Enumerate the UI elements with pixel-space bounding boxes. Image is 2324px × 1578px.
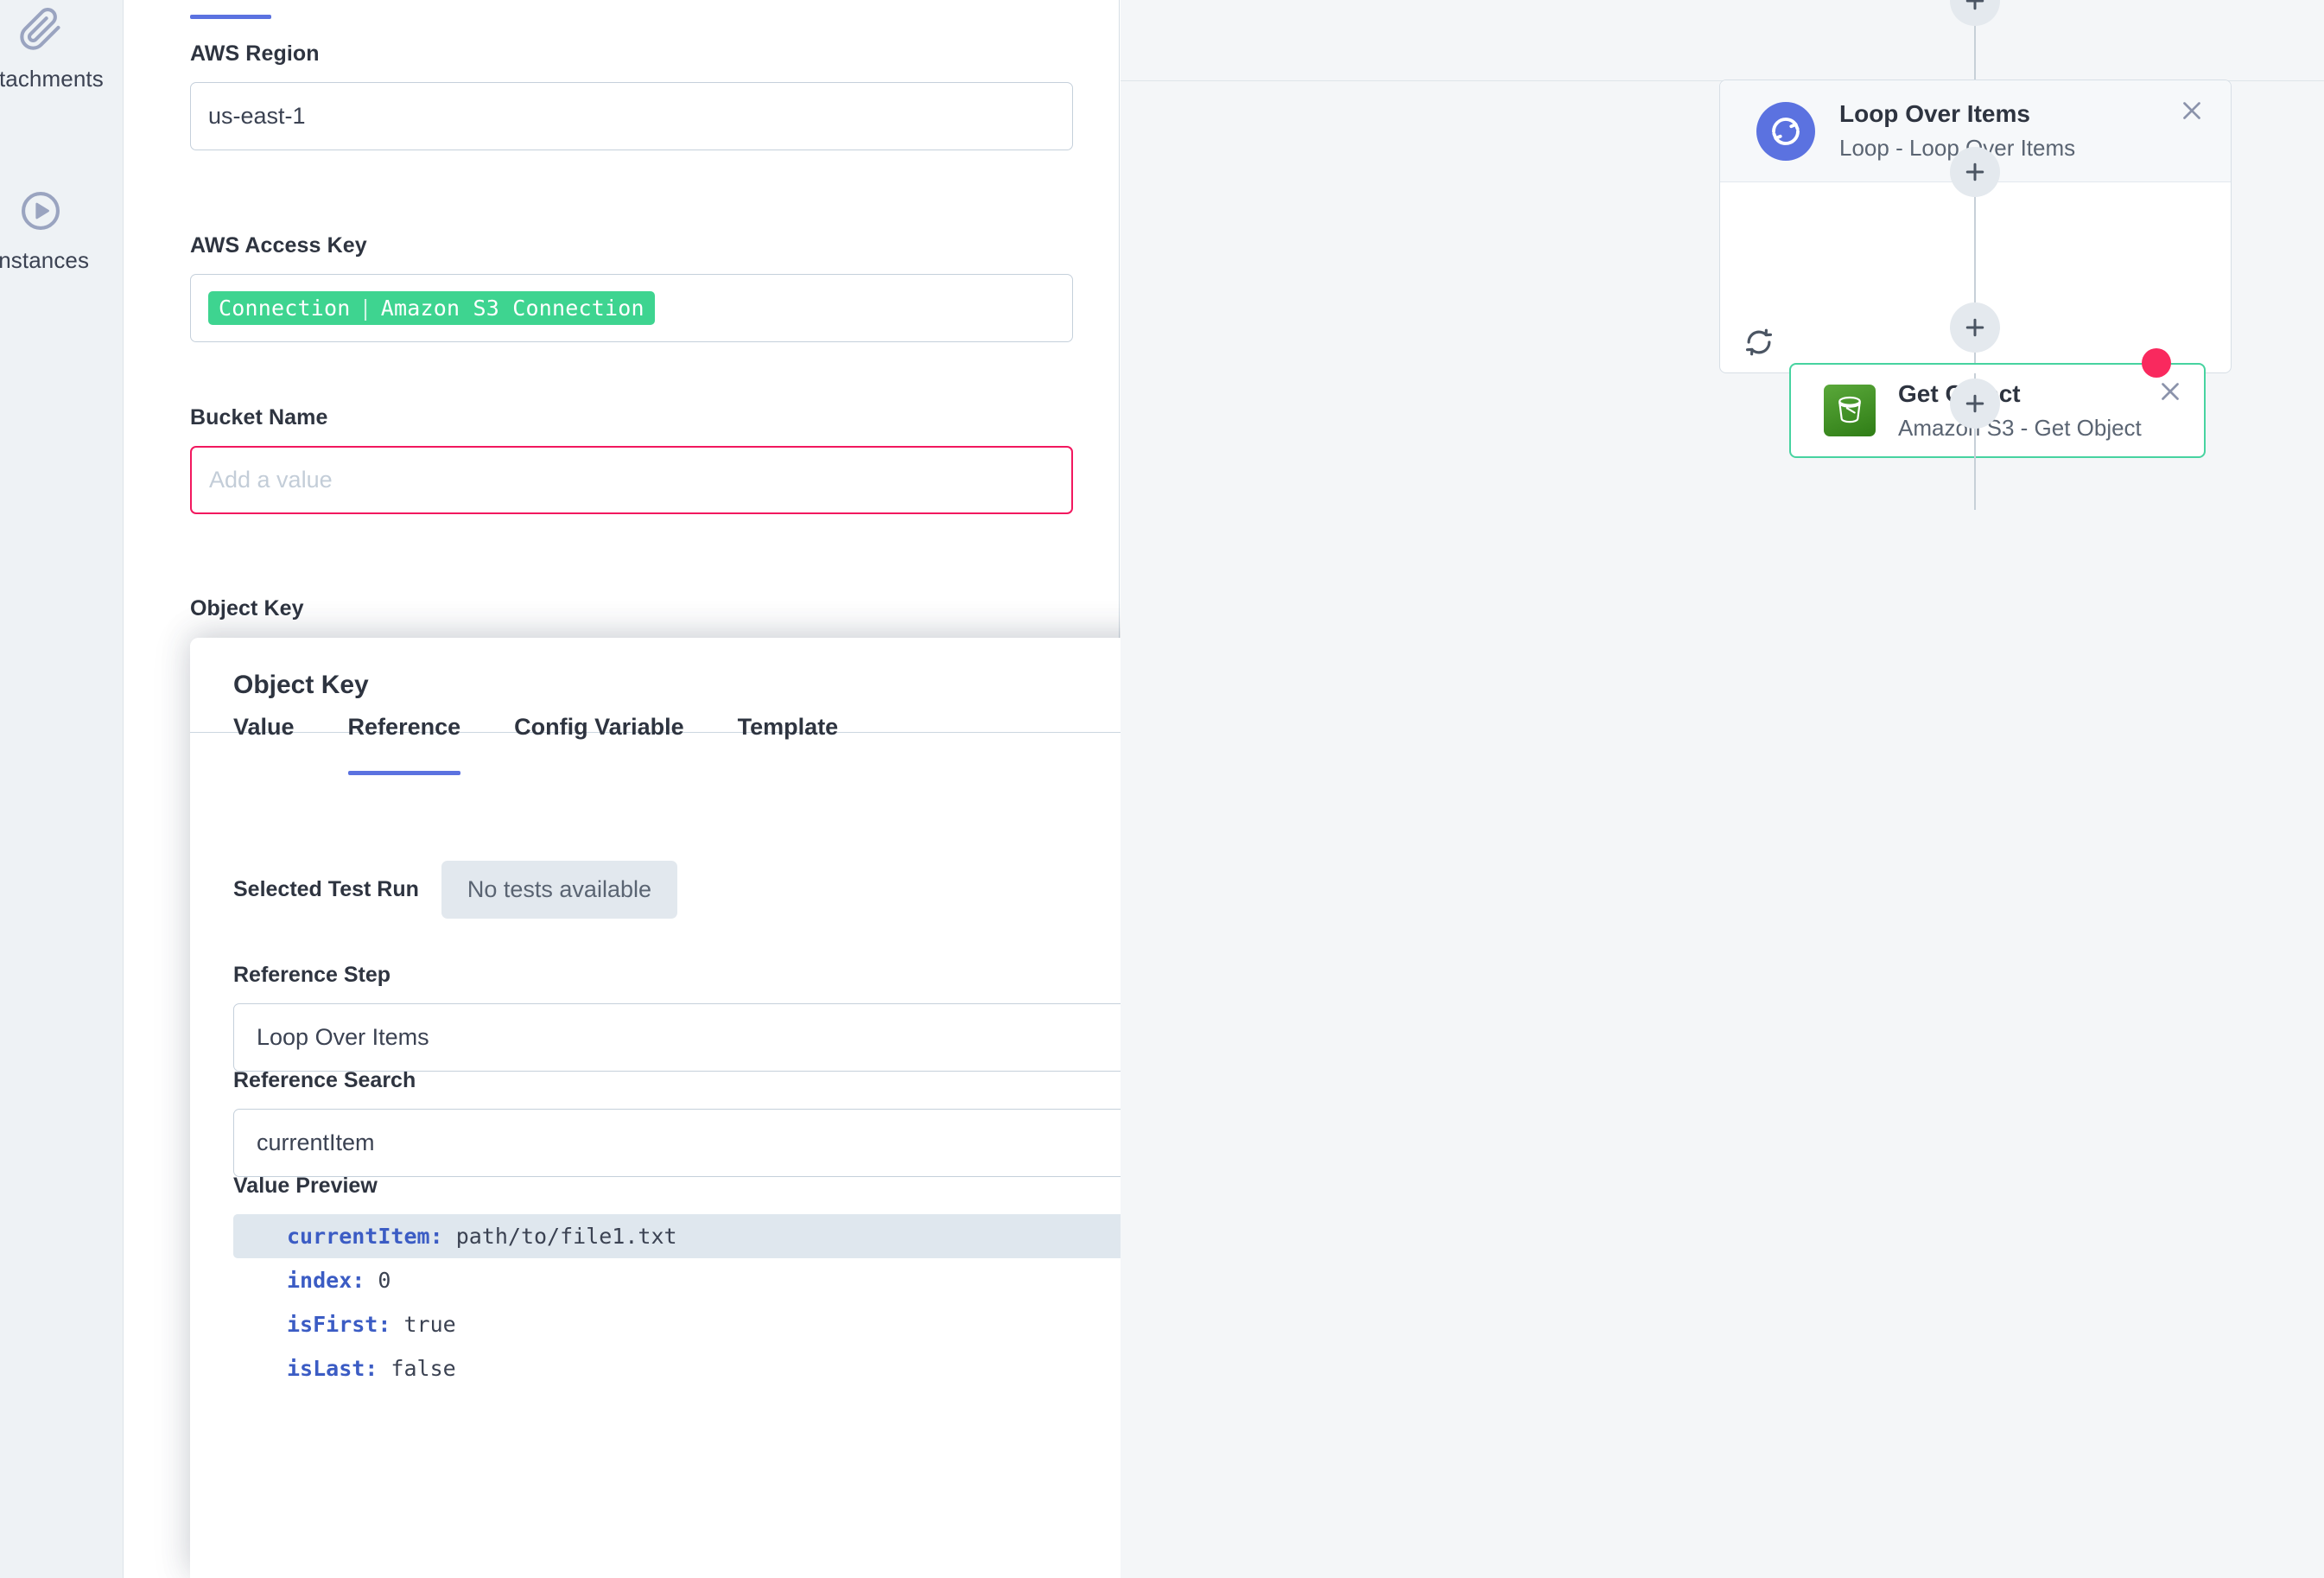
close-icon[interactable] <box>2177 96 2207 125</box>
rail-item-instances-label: Instances <box>0 247 90 273</box>
play-circle-icon <box>18 188 63 233</box>
left-icon-rail: Attachments Instances <box>0 0 124 1578</box>
value-preview-key: isFirst: <box>287 1312 391 1337</box>
tab-config-variable[interactable]: Config Variable <box>514 714 684 775</box>
value-preview-key: index: <box>287 1268 365 1293</box>
selected-test-run-dropdown[interactable]: No tests available <box>441 861 677 919</box>
status-badge-error <box>2142 348 2171 378</box>
close-icon[interactable] <box>2156 377 2185 406</box>
tab-config-variable-label: Config Variable <box>514 714 684 740</box>
tab-value-label: Value <box>233 714 295 740</box>
aws-region-input[interactable]: us-east-1 <box>190 82 1073 150</box>
value-preview-value: 0 <box>378 1268 391 1293</box>
tab-template[interactable]: Template <box>738 714 839 775</box>
s3-node-text: Get Object Amazon S3 - Get Object <box>1898 380 2142 442</box>
connection-chip-prefix: Connection <box>219 296 351 321</box>
rail-item-instances[interactable]: Instances <box>0 188 123 274</box>
value-preview-key: currentItem: <box>287 1224 443 1249</box>
field-aws-region: AWS Region us-east-1 <box>190 41 1073 150</box>
aws-access-key-input[interactable]: Connection | Amazon S3 Connection <box>190 274 1073 342</box>
tab-reference-label: Reference <box>347 714 461 740</box>
value-preview-value: path/to/file1.txt <box>455 1224 677 1249</box>
value-preview-value: false <box>391 1356 456 1381</box>
value-preview-key: isLast: <box>287 1356 378 1381</box>
field-aws-access-key-label: AWS Access Key <box>190 233 367 258</box>
field-bucket-name: Bucket Name Add a value <box>190 405 1073 514</box>
bucket-name-placeholder: Add a value <box>209 467 333 493</box>
selected-test-run-label: Selected Test Run <box>233 877 419 901</box>
add-step-button[interactable] <box>1950 302 2000 353</box>
s3-node-subtitle: Amazon S3 - Get Object <box>1898 414 2142 441</box>
s3-bucket-icon <box>1824 385 1876 436</box>
selected-test-run-row: Selected Test Run No tests available <box>233 861 677 919</box>
add-step-button[interactable] <box>1950 0 2000 26</box>
field-object-key-label: Object Key <box>190 596 304 620</box>
field-aws-region-label: AWS Region <box>190 41 320 66</box>
loop-node-title: Loop Over Items <box>1839 100 2030 127</box>
add-step-button[interactable] <box>1950 379 2000 429</box>
value-preview-value: true <box>403 1312 456 1337</box>
bucket-name-input[interactable]: Add a value <box>190 446 1073 514</box>
app-root: Attachments Instances AWS Region us-east… <box>0 0 2324 1578</box>
workflow-canvas[interactable]: Loop Over Items Loop - Loop Over Items G… <box>1121 0 2324 1578</box>
loop-node-text: Loop Over Items Loop - Loop Over Items <box>1839 100 2075 162</box>
s3-node-title: Get Object <box>1898 379 2021 407</box>
field-aws-access-key: AWS Access Key Connection | Amazon S3 Co… <box>190 233 1073 342</box>
field-bucket-name-label: Bucket Name <box>190 405 328 429</box>
paperclip-icon <box>18 7 63 52</box>
add-step-button[interactable] <box>1950 147 2000 197</box>
aws-region-value: us-east-1 <box>208 103 306 129</box>
tab-reference[interactable]: Reference <box>347 714 461 775</box>
tab-value[interactable]: Value <box>233 714 295 775</box>
loop-refresh-icon <box>1756 101 1815 161</box>
panel-active-tab-indicator <box>190 15 271 19</box>
field-object-key: Object Key <box>190 596 1073 637</box>
rail-item-attachments[interactable]: Attachments <box>0 7 123 92</box>
connection-chip-value: Amazon S3 Connection <box>380 296 644 321</box>
modal-title: Object Key <box>233 670 369 699</box>
loop-back-icon[interactable] <box>1743 326 1775 359</box>
reference-step-value: Loop Over Items <box>257 1024 429 1050</box>
connection-chip-separator: | <box>359 296 372 321</box>
tab-template-label: Template <box>737 714 839 740</box>
rail-item-attachments-label: Attachments <box>0 66 104 92</box>
reference-search-value: currentItem <box>257 1129 375 1155</box>
connection-chip[interactable]: Connection | Amazon S3 Connection <box>208 291 655 325</box>
